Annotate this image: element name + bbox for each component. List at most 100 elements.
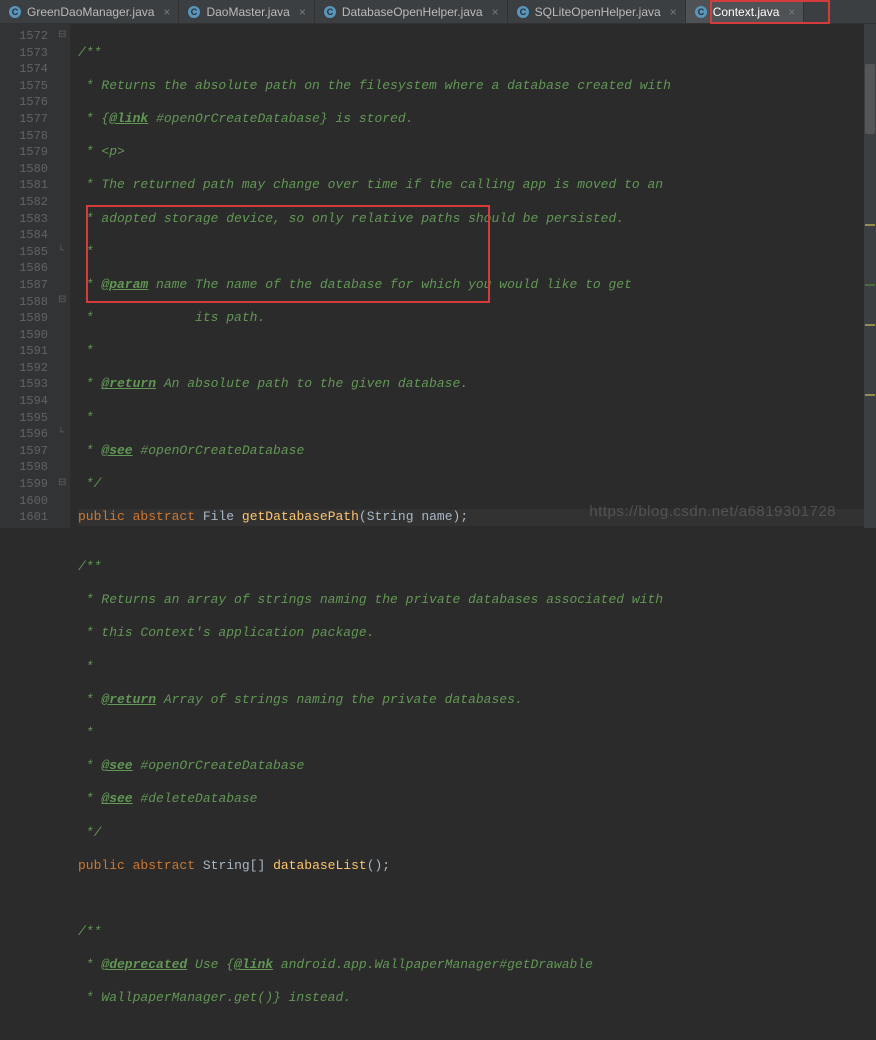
line-number: 1596 — [0, 426, 48, 443]
line-number: 1577 — [0, 111, 48, 128]
line-number-gutter: 1572157315741575157615771578157915801581… — [0, 24, 56, 528]
code-text: databaseList — [273, 858, 367, 873]
code-text: * Returns an array of strings naming the… — [78, 592, 663, 607]
code-text: * — [78, 410, 94, 425]
svg-text:C: C — [191, 7, 198, 17]
code-text: getDatabasePath — [242, 509, 359, 524]
line-number: 1587 — [0, 277, 48, 294]
tab-label: SQLiteOpenHelper.java — [535, 5, 661, 19]
code-text: @param — [101, 277, 148, 292]
code-text: #deleteDatabase — [133, 791, 258, 806]
fold-toggle-icon[interactable]: ⊟ — [58, 476, 66, 493]
line-number: 1601 — [0, 509, 48, 526]
tab-context[interactable]: C Context.java × — [686, 0, 805, 23]
code-text: #openOrCreateDatabase — [133, 758, 305, 773]
fold-end-icon: └ — [58, 244, 64, 261]
svg-text:C: C — [327, 7, 334, 17]
editor-pane: 1572157315741575157615771578157915801581… — [0, 24, 876, 528]
code-text: * — [78, 376, 101, 391]
code-area[interactable]: /** * Returns the absolute path on the f… — [70, 24, 864, 528]
code-text: @return — [101, 692, 156, 707]
fold-end-icon: └ — [58, 426, 64, 443]
code-text: * The returned path may change over time… — [78, 177, 663, 192]
line-number: 1576 — [0, 94, 48, 111]
tab-daomaster[interactable]: C DaoMaster.java × — [179, 0, 314, 23]
tab-label: GreenDaoManager.java — [27, 5, 154, 19]
close-icon[interactable]: × — [163, 5, 170, 19]
code-text: File — [203, 509, 234, 524]
code-text: @return — [101, 376, 156, 391]
code-text: * — [78, 277, 101, 292]
code-text: (); — [367, 858, 390, 873]
line-number: 1584 — [0, 227, 48, 244]
scroll-thumb[interactable] — [865, 64, 875, 134]
code-text: #openOrCreateDatabase} is stored. — [148, 111, 413, 126]
close-icon[interactable]: × — [492, 5, 499, 19]
line-number: 1592 — [0, 360, 48, 377]
code-text: */ — [78, 825, 101, 840]
vertical-scrollbar[interactable] — [864, 24, 876, 528]
code-text: /** — [78, 45, 101, 60]
line-number: 1572 — [0, 28, 48, 45]
code-text: * adopted storage device, so only relati… — [78, 211, 624, 226]
svg-text:C: C — [519, 7, 526, 17]
code-text: (String name); — [359, 509, 468, 524]
code-text: */ — [78, 476, 101, 491]
code-text: * — [78, 244, 94, 259]
editor-tabs: C GreenDaoManager.java × C DaoMaster.jav… — [0, 0, 876, 24]
line-number: 1598 — [0, 459, 48, 476]
line-number: 1579 — [0, 144, 48, 161]
code-text: * — [78, 659, 94, 674]
code-text: * — [78, 692, 101, 707]
close-icon[interactable]: × — [670, 5, 677, 19]
code-text: * — [78, 725, 94, 740]
line-number: 1600 — [0, 493, 48, 510]
close-icon[interactable]: × — [299, 5, 306, 19]
code-text: public — [78, 858, 125, 873]
line-number: 1590 — [0, 327, 48, 344]
code-text: @see — [101, 758, 132, 773]
fold-column: ⊟ └ ⊟ └ ⊟ — [56, 24, 70, 528]
code-text: abstract — [133, 858, 195, 873]
line-number: 1594 — [0, 393, 48, 410]
code-text: * — [78, 343, 94, 358]
code-text: name The name of the database for which … — [148, 277, 632, 292]
line-number: 1581 — [0, 177, 48, 194]
scroll-marker — [865, 394, 875, 396]
tab-greendaomanager[interactable]: C GreenDaoManager.java × — [0, 0, 179, 23]
svg-text:C: C — [12, 7, 19, 17]
code-text: public — [78, 509, 125, 524]
line-number: 1586 — [0, 260, 48, 277]
code-text: @see — [101, 791, 132, 806]
scroll-marker — [865, 284, 875, 286]
code-text: An absolute path to the given database. — [156, 376, 468, 391]
code-text: #openOrCreateDatabase — [133, 443, 305, 458]
tab-databaseopenhelper[interactable]: C DatabaseOpenHelper.java × — [315, 0, 508, 23]
line-number: 1580 — [0, 161, 48, 178]
code-text: @link — [109, 111, 148, 126]
line-number: 1595 — [0, 410, 48, 427]
close-icon[interactable]: × — [788, 5, 795, 19]
line-number: 1575 — [0, 78, 48, 95]
code-text: /** — [78, 559, 101, 574]
code-text: /** — [78, 924, 101, 939]
code-text: Use { — [187, 957, 234, 972]
scroll-marker — [865, 224, 875, 226]
line-number: 1574 — [0, 61, 48, 78]
line-number: 1588 — [0, 294, 48, 311]
code-text: * <p> — [78, 144, 125, 159]
fold-toggle-icon[interactable]: ⊟ — [58, 293, 66, 310]
tab-sqliteopenhelper[interactable]: C SQLiteOpenHelper.java × — [508, 0, 686, 23]
class-icon: C — [516, 5, 530, 19]
code-text: * — [78, 443, 101, 458]
tab-label: DatabaseOpenHelper.java — [342, 5, 483, 19]
line-number: 1583 — [0, 211, 48, 228]
line-number: 1585 — [0, 244, 48, 261]
code-text: android.app.WallpaperManager#getDrawable — [273, 957, 593, 972]
code-text: * — [78, 791, 101, 806]
code-text: [] — [250, 858, 273, 873]
line-number: 1589 — [0, 310, 48, 327]
code-text: * its path. — [78, 310, 265, 325]
fold-toggle-icon[interactable]: ⊟ — [58, 28, 66, 45]
line-number: 1591 — [0, 343, 48, 360]
